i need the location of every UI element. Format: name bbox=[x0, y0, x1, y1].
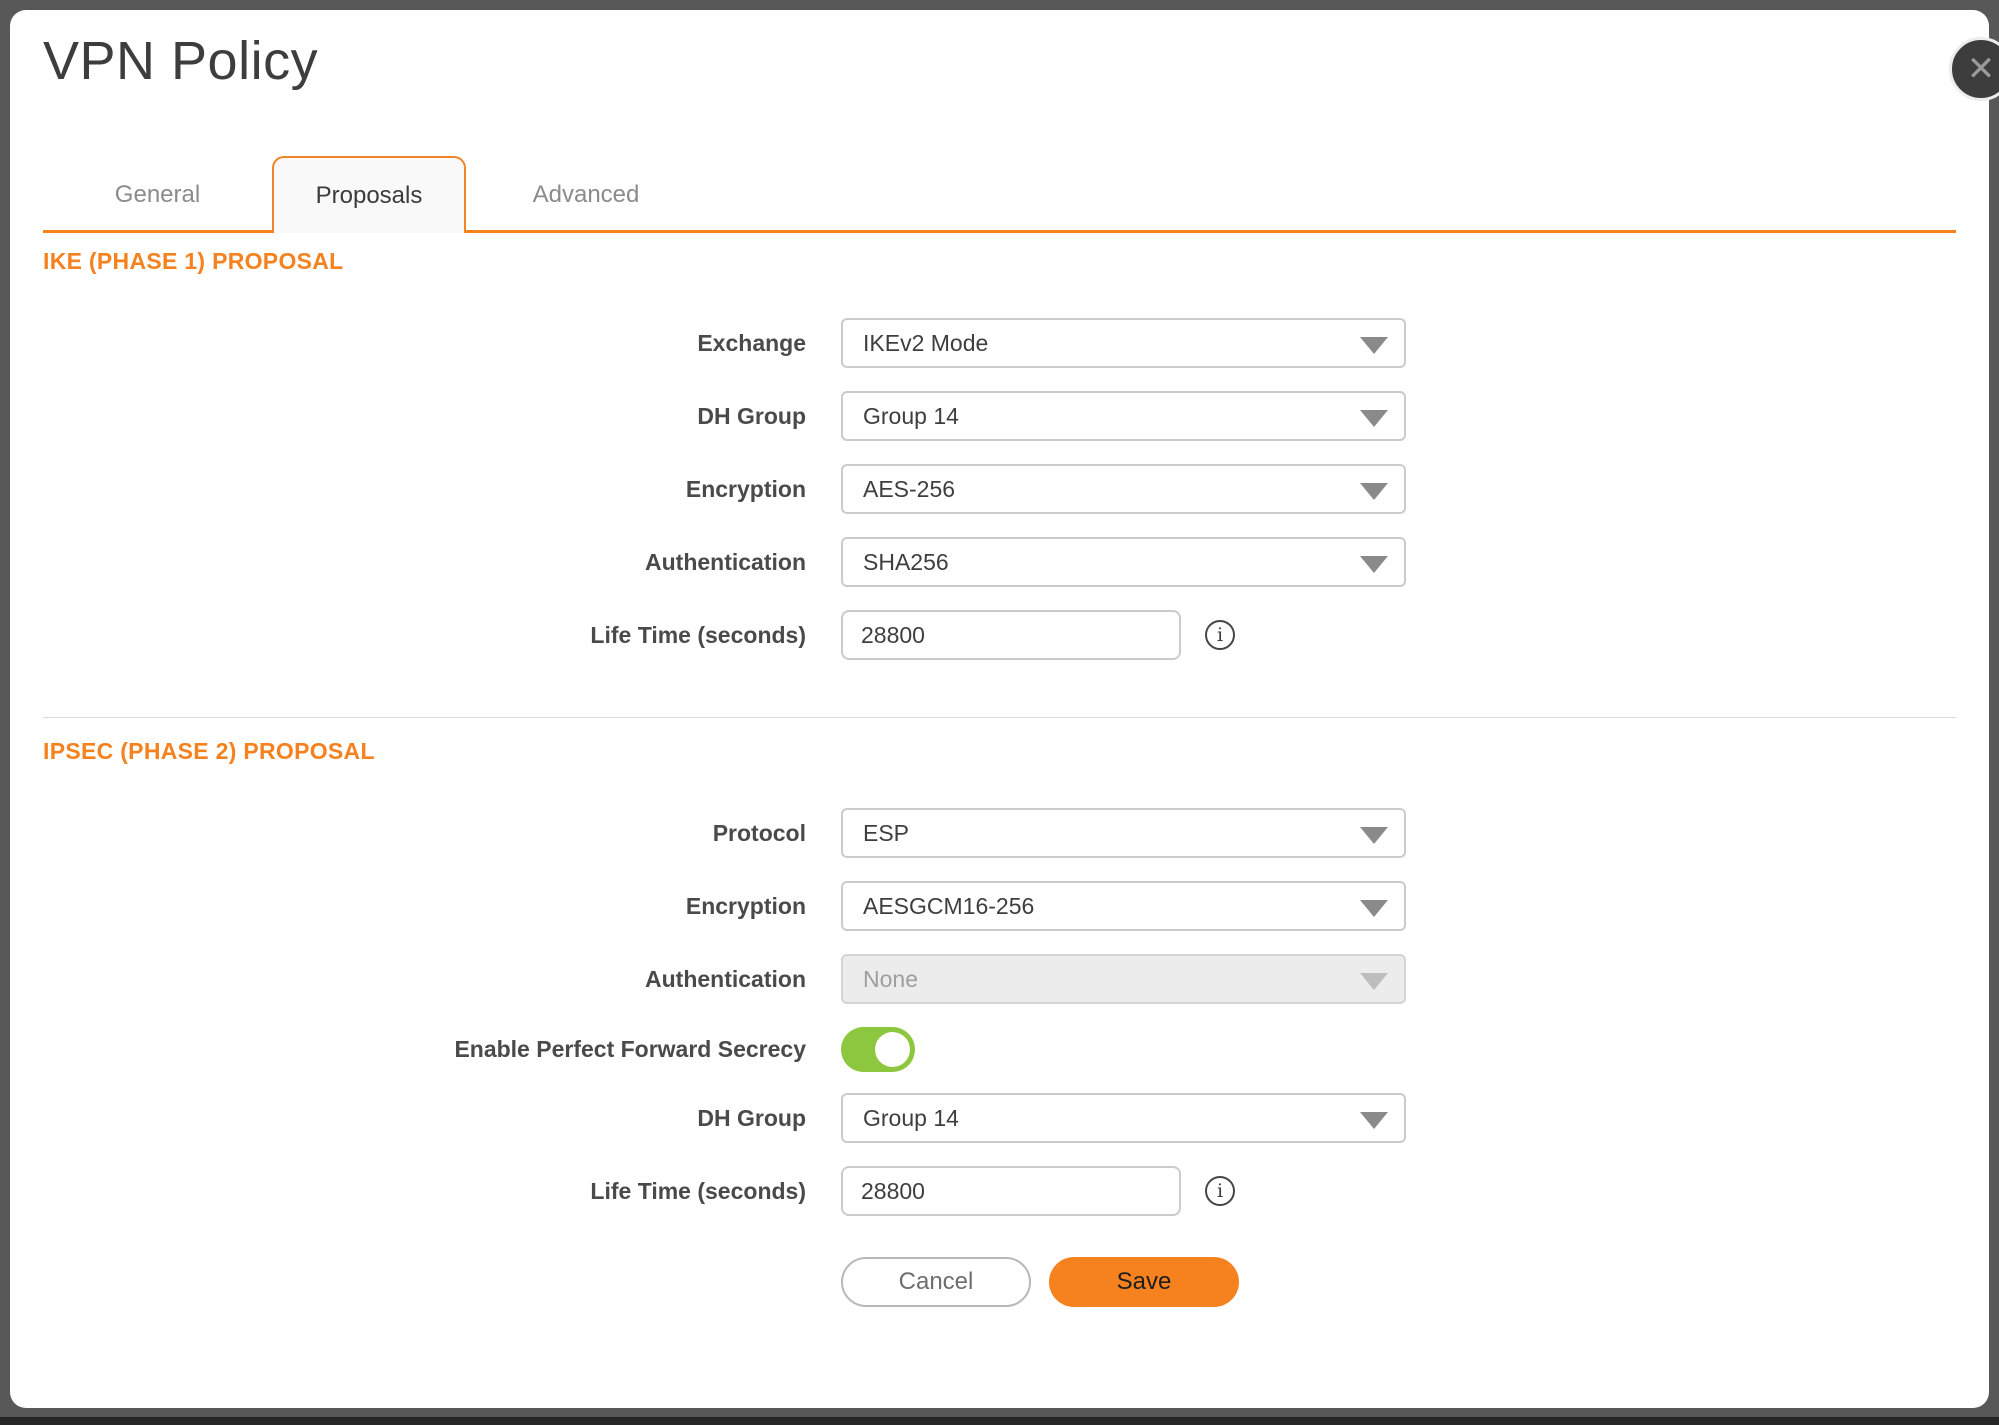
life-time2-label: Life Time (seconds) bbox=[43, 1178, 806, 1205]
info-icon[interactable]: i bbox=[1205, 1176, 1235, 1206]
tab-proposals[interactable]: Proposals bbox=[272, 156, 466, 233]
chevron-down-icon bbox=[1360, 900, 1388, 917]
authentication2-selected-value: None bbox=[863, 966, 918, 993]
encryption-row: Encryption AES-256 bbox=[43, 464, 1989, 514]
life-time-row: Life Time (seconds) i bbox=[43, 610, 1989, 660]
pfs-row: Enable Perfect Forward Secrecy bbox=[43, 1027, 1989, 1072]
life-time-input[interactable] bbox=[841, 610, 1181, 660]
exchange-label: Exchange bbox=[43, 330, 806, 357]
life-time2-input[interactable] bbox=[841, 1166, 1181, 1216]
proposals-tab-content: IKE (PHASE 1) PROPOSAL Exchange IKEv2 Mo… bbox=[10, 233, 1989, 1307]
protocol-row: Protocol ESP bbox=[43, 808, 1989, 858]
chevron-down-icon bbox=[1360, 556, 1388, 573]
dialog-footer: Cancel Save bbox=[841, 1257, 1989, 1307]
tab-advanced[interactable]: Advanced bbox=[466, 156, 706, 233]
protocol-label: Protocol bbox=[43, 820, 806, 847]
chevron-down-icon bbox=[1360, 1112, 1388, 1129]
encryption2-selected-value: AESGCM16-256 bbox=[863, 893, 1034, 920]
dh-group2-row: DH Group Group 14 bbox=[43, 1093, 1989, 1143]
save-button[interactable]: Save bbox=[1049, 1257, 1239, 1307]
ike-phase1-section-title: IKE (PHASE 1) PROPOSAL bbox=[43, 247, 1989, 275]
authentication2-row: Authentication None bbox=[43, 954, 1989, 1004]
tab-bar: General Proposals Advanced bbox=[43, 156, 1956, 233]
life-time-label: Life Time (seconds) bbox=[43, 622, 806, 649]
encryption-select[interactable]: AES-256 bbox=[841, 464, 1406, 514]
toggle-knob bbox=[875, 1032, 910, 1067]
exchange-row: Exchange IKEv2 Mode bbox=[43, 318, 1989, 368]
dh-group-row: DH Group Group 14 bbox=[43, 391, 1989, 441]
encryption-label: Encryption bbox=[43, 476, 806, 503]
chevron-down-icon bbox=[1360, 483, 1388, 500]
chevron-down-icon bbox=[1360, 410, 1388, 427]
authentication-row: Authentication SHA256 bbox=[43, 537, 1989, 587]
cancel-button[interactable]: Cancel bbox=[841, 1257, 1031, 1307]
chevron-down-icon bbox=[1360, 337, 1388, 354]
encryption2-row: Encryption AESGCM16-256 bbox=[43, 881, 1989, 931]
authentication-selected-value: SHA256 bbox=[863, 549, 949, 576]
exchange-selected-value: IKEv2 Mode bbox=[863, 330, 988, 357]
exchange-select[interactable]: IKEv2 Mode bbox=[841, 318, 1406, 368]
chevron-down-icon bbox=[1360, 973, 1388, 990]
encryption2-select[interactable]: AESGCM16-256 bbox=[841, 881, 1406, 931]
dh-group2-label: DH Group bbox=[43, 1105, 806, 1132]
close-icon[interactable]: ✕ bbox=[1949, 37, 1999, 101]
dh-group-select[interactable]: Group 14 bbox=[841, 391, 1406, 441]
life-time2-row: Life Time (seconds) i bbox=[43, 1166, 1989, 1216]
encryption2-label: Encryption bbox=[43, 893, 806, 920]
bottom-edge-bar bbox=[0, 1417, 1999, 1425]
dh-group-selected-value: Group 14 bbox=[863, 403, 959, 430]
dh-group2-selected-value: Group 14 bbox=[863, 1105, 959, 1132]
encryption-selected-value: AES-256 bbox=[863, 476, 955, 503]
authentication-select[interactable]: SHA256 bbox=[841, 537, 1406, 587]
tab-general[interactable]: General bbox=[43, 156, 272, 233]
info-icon[interactable]: i bbox=[1205, 620, 1235, 650]
protocol-select[interactable]: ESP bbox=[841, 808, 1406, 858]
dh-group-label: DH Group bbox=[43, 403, 806, 430]
authentication2-select-disabled: None bbox=[841, 954, 1406, 1004]
authentication-label: Authentication bbox=[43, 549, 806, 576]
protocol-selected-value: ESP bbox=[863, 820, 909, 847]
ipsec-phase2-section-title: IPSEC (PHASE 2) PROPOSAL bbox=[43, 737, 1989, 765]
chevron-down-icon bbox=[1360, 827, 1388, 844]
page-title: VPN Policy bbox=[43, 30, 318, 92]
section-divider bbox=[43, 717, 1956, 718]
authentication2-label: Authentication bbox=[43, 966, 806, 993]
dh-group2-select[interactable]: Group 14 bbox=[841, 1093, 1406, 1143]
pfs-toggle-on[interactable] bbox=[841, 1027, 915, 1072]
vpn-policy-dialog: ✕ VPN Policy General Proposals Advanced … bbox=[10, 10, 1989, 1408]
pfs-label: Enable Perfect Forward Secrecy bbox=[43, 1036, 806, 1063]
